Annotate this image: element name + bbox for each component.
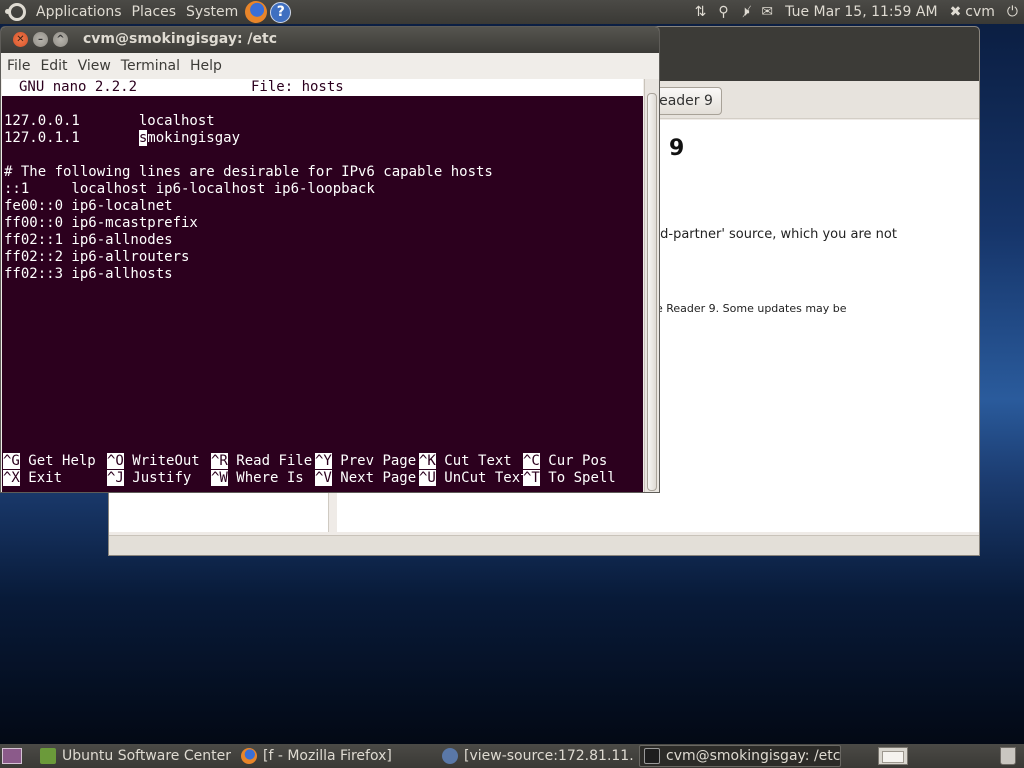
cursor-line-prefix: 127.0.1.1 [4,130,139,146]
file-line[interactable]: fe00::0 ip6-localnet [4,198,173,215]
nano-file-name: File: hosts [251,79,344,95]
top-panel: Applications Places System ? ⇅ ⚲ 🕨̸ ✉ Tu… [0,0,1024,24]
file-line[interactable]: 127.0.0.1 localhost [4,113,215,130]
terminal-scrollbar[interactable] [644,79,659,492]
terminal-screen[interactable]: GNU nano 2.2.2 File: hosts 127.0.0.1 loc… [2,79,643,492]
terminal-icon [644,748,660,764]
shortcut-justify[interactable]: ^J Justify [107,470,191,487]
firefox-icon [241,748,257,764]
user-switch-icon[interactable]: ✖ [950,4,962,20]
background-page-text: be Reader 9. Some updates may be [649,302,847,315]
clock[interactable]: Tue Mar 15, 11:59 AM [785,4,937,20]
applications-menu[interactable]: Applications [31,4,127,20]
ubuntu-logo-icon[interactable] [5,3,26,21]
taskbar-item-label: [view-source:172.81.11... [464,748,634,764]
menu-view[interactable]: View [73,58,116,74]
file-line[interactable]: ff02::1 ip6-allnodes [4,232,173,249]
browser-icon [442,748,458,764]
workspace-switcher[interactable] [878,747,908,765]
shortcut-uncut-text[interactable]: ^U UnCut Text [419,470,529,487]
menu-help[interactable]: Help [185,58,227,74]
taskbar-item-view-source[interactable]: [view-source:172.81.11... [438,745,634,767]
network-transfer-icon[interactable]: ⇅ [695,4,707,20]
power-icon[interactable]: ⏻ [1007,4,1018,20]
background-page-heading: 9 [669,136,685,161]
file-line[interactable]: # The following lines are desirable for … [4,164,493,181]
file-line[interactable]: ff00::0 ip6-mcastprefix [4,215,198,232]
bluetooth-icon[interactable]: ⚲ [718,4,728,20]
shortcut-cut-text[interactable]: ^K Cut Text [419,453,512,470]
shortcut-to-spell[interactable]: ^T To Spell [523,470,616,487]
window-title: cvm@smokingisgay: /etc [83,31,278,47]
firefox-launcher-icon[interactable] [245,1,268,23]
system-menu[interactable]: System [181,4,243,20]
show-desktop-icon[interactable] [2,748,22,764]
taskbar-item-label: cvm@smokingisgay: /etc [666,748,841,764]
top-menu: Applications Places System [31,0,243,24]
bottom-panel: Ubuntu Software Center [f - Mozilla Fire… [0,744,1024,768]
taskbar-item-software-center[interactable]: Ubuntu Software Center [36,745,232,767]
shortcut-where-is[interactable]: ^W Where Is [211,470,304,487]
shortcut-exit[interactable]: ^X Exit [3,470,62,487]
file-line[interactable]: ff02::2 ip6-allrouters [4,249,189,266]
system-tray: ⇅ ⚲ 🕨̸ ✉ Tue Mar 15, 11:59 AM ✖ cvm ⏻ [683,0,1018,24]
file-line[interactable]: ff02::3 ip6-allhosts [4,266,173,283]
scrollbar-thumb[interactable] [647,93,657,491]
shortcut-get-help[interactable]: ^G Get Help [3,453,96,470]
terminal-titlebar[interactable]: ✕ – ^ cvm@smokingisgay: /etc [1,27,659,53]
taskbar-item-label: Ubuntu Software Center [62,748,231,764]
menu-edit[interactable]: Edit [35,58,72,74]
background-page-text: kid-partner' source, which you are not [649,227,897,242]
volume-muted-icon[interactable]: 🕨̸ [741,4,750,20]
terminal-menubar: File Edit View Terminal Help [1,53,659,78]
taskbar-item-terminal[interactable]: cvm@smokingisgay: /etc [639,745,841,767]
menu-terminal[interactable]: Terminal [116,58,185,74]
file-line-cursor[interactable]: 127.0.1.1 smokingisgay [4,130,240,147]
window-maximize-button[interactable]: ^ [53,32,68,47]
help-launcher-icon[interactable]: ? [270,1,292,23]
menu-file[interactable]: File [1,58,35,74]
nano-header-bar: GNU nano 2.2.2 File: hosts [2,79,643,96]
trash-icon[interactable] [1000,747,1016,765]
window-minimize-button[interactable]: – [33,32,48,47]
places-menu[interactable]: Places [127,4,182,20]
software-center-icon [40,748,56,764]
shortcut-cur-pos[interactable]: ^C Cur Pos [523,453,607,470]
shortcut-prev-page[interactable]: ^Y Prev Page [315,453,416,470]
window-close-button[interactable]: ✕ [13,32,28,47]
terminal-window[interactable]: ✕ – ^ cvm@smokingisgay: /etc File Edit V… [0,26,660,493]
taskbar-item-firefox[interactable]: [f - Mozilla Firefox] [237,745,433,767]
file-line[interactable]: ::1 localhost ip6-localhost ip6-loopback [4,181,375,198]
nano-version: GNU nano 2.2.2 [19,79,138,95]
background-window-statusbar [109,535,979,555]
shortcut-next-page[interactable]: ^V Next Page [315,470,416,487]
cursor-line-suffix: mokingisgay [147,130,241,146]
taskbar-item-label: [f - Mozilla Firefox] [263,748,392,764]
shortcut-writeout[interactable]: ^O WriteOut [107,453,200,470]
user-name[interactable]: cvm [965,4,995,20]
mail-envelope-icon[interactable]: ✉ [761,4,773,20]
shortcut-read-file[interactable]: ^R Read File [211,453,312,470]
